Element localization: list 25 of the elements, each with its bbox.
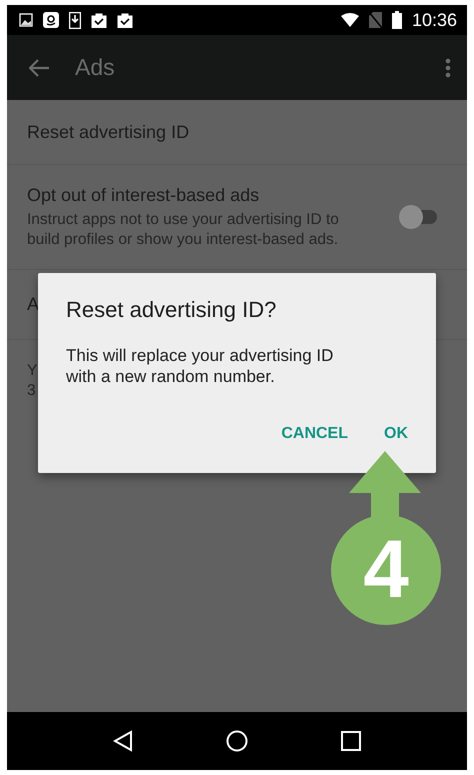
more-icon — [445, 58, 451, 78]
bag-check-icon — [91, 12, 107, 28]
no-sim-icon — [368, 12, 382, 28]
back-arrow-icon — [29, 58, 49, 76]
setting-title[interactable]: A — [27, 294, 40, 315]
step-number: 4 — [363, 529, 409, 611]
download-icon — [69, 12, 81, 28]
setting-title[interactable]: Reset advertising ID — [27, 122, 190, 142]
status-time: 10:36 — [412, 10, 457, 30]
back-icon — [113, 730, 134, 752]
battery-icon — [392, 11, 402, 29]
dialog-title: Reset advertising ID? — [66, 297, 278, 323]
setting-summary: Instruct apps not to use your advertising ID to build profiles or show you interest-based ads. — [27, 210, 340, 250]
setting-summary: 3 — [27, 382, 36, 400]
setting-summary: Y — [27, 362, 38, 380]
dialog-button[interactable]: OK — [376, 421, 416, 447]
recents-icon — [340, 731, 361, 751]
home-icon — [226, 730, 248, 752]
dialog-button[interactable]: CANCEL — [273, 421, 356, 447]
image-icon — [19, 13, 33, 27]
toolbar-title: Ads — [75, 54, 116, 81]
bag-check-icon — [117, 12, 133, 28]
wifi-icon — [340, 13, 359, 27]
dialog-message: This will replace your advertising ID with a new random number. — [66, 345, 334, 387]
setting-title[interactable]: Opt out of interest-based ads — [27, 184, 387, 206]
